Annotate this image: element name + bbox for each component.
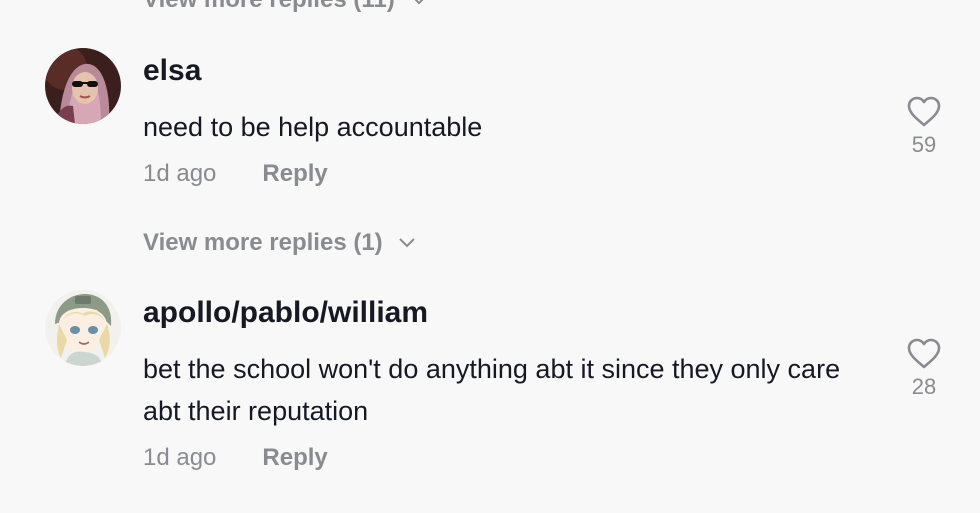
comment-text: need to be help accountable — [143, 112, 483, 142]
comment-username[interactable]: elsa — [143, 54, 201, 88]
like-control[interactable]: 59 — [900, 96, 948, 158]
view-more-replies-label: View more replies (1) — [143, 229, 383, 256]
view-more-replies-button[interactable]: View more replies (1) — [143, 229, 417, 257]
comment-meta: 1d ago Reply — [143, 160, 328, 188]
chevron-down-icon — [414, 0, 424, 5]
chevron-down-icon — [398, 238, 415, 248]
heart-outline-icon[interactable] — [906, 96, 942, 128]
heart-outline-icon[interactable] — [906, 338, 942, 370]
avatar[interactable] — [45, 290, 121, 366]
comment-timestamp: 1d ago — [143, 160, 217, 187]
avatar-image — [45, 290, 121, 366]
like-control[interactable]: 28 — [900, 338, 948, 400]
view-more-replies-label: View more replies (11) — [143, 0, 395, 14]
avatar[interactable] — [45, 48, 121, 124]
like-count: 28 — [911, 374, 937, 399]
reply-button[interactable]: Reply — [262, 444, 327, 472]
reply-button[interactable]: Reply — [262, 160, 327, 188]
comment-section: View more replies (11) elsa need to be h… — [0, 0, 980, 513]
comment-text: bet the school won't do anything abt it … — [143, 354, 841, 426]
view-more-replies-button[interactable]: View more replies (11) — [143, 0, 429, 14]
like-count: 59 — [911, 132, 937, 157]
comment-username[interactable]: apollo/pablo/william — [143, 296, 428, 330]
avatar-image — [45, 48, 121, 124]
comment-meta: 1d ago Reply — [143, 444, 328, 472]
comment-timestamp: 1d ago — [143, 444, 217, 471]
